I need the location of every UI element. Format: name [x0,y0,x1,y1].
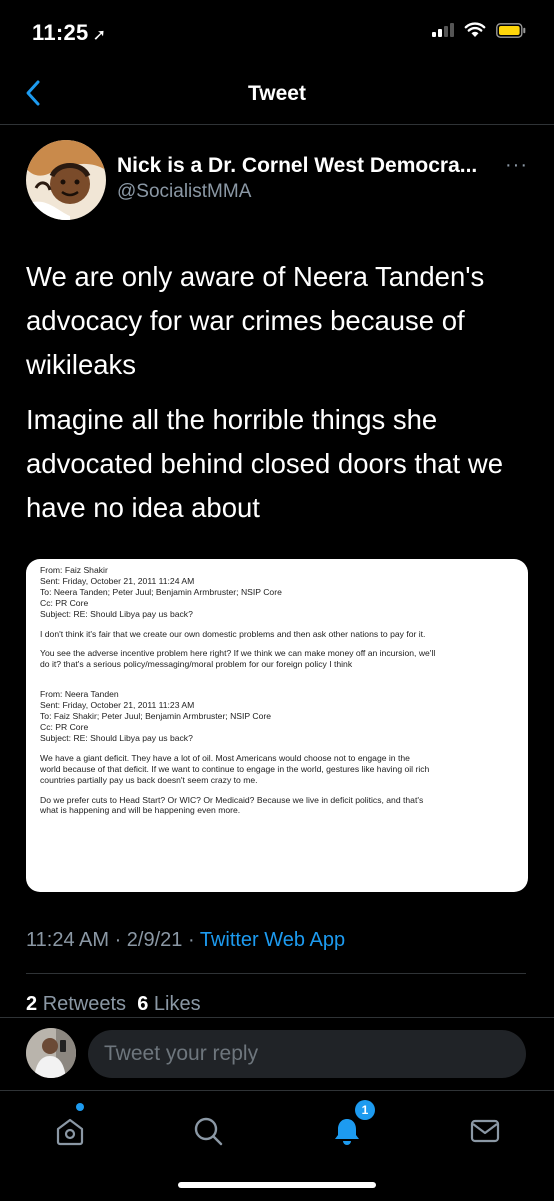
tweet-media-email-screenshot[interactable]: From: Faiz Shakir Sent: Friday, October … [26,559,528,892]
email-line: Do we prefer cuts to Head Start? Or WIC?… [40,794,424,805]
tab-search[interactable] [188,1111,228,1151]
user-avatar[interactable] [26,1028,76,1078]
retweets-link[interactable]: 2 Retweets [26,993,126,1015]
email-line: Sent: Friday, October 21, 2011 11:23 AM [40,700,195,711]
email-line: From: Neera Tanden [40,689,119,700]
status-indicators [432,22,526,38]
email-line: From: Faiz Shakir [40,565,108,575]
email-line: world because of that deficit. If we wan… [40,763,430,774]
home-new-content-dot [76,1103,84,1111]
email-line: To: Neera Tanden; Peter Juul; Benjamin A… [40,586,282,597]
cellular-signal-icon [432,23,454,37]
timestamp-text: 11:24 AM · 2/9/21 · [26,929,200,951]
tab-messages[interactable] [465,1111,505,1151]
email-line: Cc: PR Core [40,597,89,608]
page-title: Tweet [248,82,306,105]
home-icon [56,1118,84,1146]
author-handle[interactable]: @SocialistMMA [117,181,251,203]
author-avatar[interactable] [26,140,106,220]
likes-count: 6 [137,993,149,1015]
tweet-timestamp: 11:24 AM · 2/9/21 · Twitter Web App [26,929,345,952]
email-line: Subject: RE: Should Libya pay us back? [40,608,193,619]
reply-placeholder: Tweet your reply [104,1042,259,1065]
email-line: Cc: PR Core [40,721,89,732]
notifications-icon [335,1119,359,1145]
more-options-icon[interactable]: ··· [505,154,528,177]
engagement-stats: 2 Retweets 6 Likes [26,993,201,1016]
nav-bar: Tweet [0,62,554,125]
tweet-text-paragraph: We are only aware of Neera Tanden's advo… [26,261,485,380]
location-arrow-icon: ➚ [92,27,107,44]
battery-icon [496,22,526,38]
retweets-count: 2 [26,993,38,1015]
email-line: I don't think it's fair that we create o… [40,628,426,639]
status-time: 11:25 ➚ [32,20,107,45]
messages-icon [470,1119,500,1143]
home-indicator[interactable] [178,1182,376,1188]
email-line: We have a giant deficit. They have a lot… [40,752,410,763]
email-line: Subject: RE: Should Libya pay us back? [40,732,193,743]
email-line: do it? that's a serious policy/messaging… [40,659,353,670]
email-line: what is happening and will be happening … [40,805,241,816]
email-line: Sent: Friday, October 21, 2011 11:24 AM [40,575,195,586]
author-name[interactable]: Nick is a Dr. Cornel West Democra... [117,154,477,178]
reply-input[interactable]: Tweet your reply [88,1030,526,1078]
likes-label: Likes [153,993,201,1015]
email-line: countries partially pay us back doesn't … [40,774,258,785]
tweet-text-paragraph: Imagine all the horrible things she advo… [26,404,503,523]
likes-link[interactable]: 6 Likes [137,993,200,1015]
tab-home[interactable] [50,1111,90,1151]
wifi-icon [464,22,486,37]
notification-badge: 1 [355,1100,375,1120]
divider [0,1017,554,1018]
email-line: To: Faiz Shakir; Peter Juul; Benjamin Ar… [40,711,272,722]
divider [26,973,526,974]
retweets-label: Retweets [42,993,127,1015]
search-icon [194,1117,223,1146]
email-line: You see the adverse incentive problem he… [40,648,436,659]
source-app-link[interactable]: Twitter Web App [200,929,345,951]
